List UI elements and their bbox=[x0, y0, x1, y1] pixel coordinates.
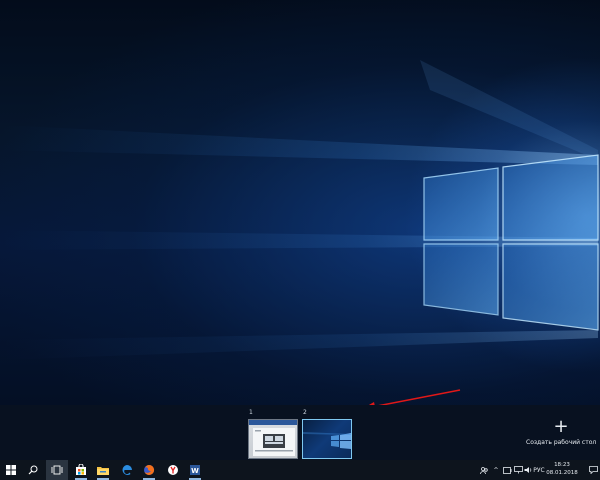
power-button[interactable] bbox=[502, 460, 512, 480]
store-icon bbox=[76, 464, 86, 475]
desktop-1-number: 1 bbox=[249, 409, 253, 416]
svg-text:W: W bbox=[191, 467, 199, 475]
file-explorer-icon bbox=[97, 466, 109, 475]
desktop-1-thumbnail[interactable] bbox=[248, 419, 298, 459]
window-preview-icon bbox=[249, 420, 297, 456]
annotation-arrow bbox=[378, 389, 461, 405]
clock-time: 18:23 bbox=[554, 462, 570, 468]
action-center-button[interactable] bbox=[586, 460, 600, 480]
firefox-button[interactable] bbox=[138, 460, 160, 480]
network-icon bbox=[513, 466, 523, 474]
plus-icon: + bbox=[553, 416, 569, 437]
yandex-browser-button[interactable] bbox=[162, 460, 184, 480]
chevron-up-icon: ^ bbox=[493, 466, 499, 474]
edge-icon bbox=[122, 465, 132, 475]
search-button[interactable] bbox=[22, 460, 44, 480]
firefox-icon bbox=[144, 464, 155, 475]
notification-icon bbox=[588, 466, 598, 474]
store-button[interactable] bbox=[70, 460, 92, 480]
windows-logo-wallpaper bbox=[0, 60, 599, 405]
desktop-2-number: 2 bbox=[303, 409, 307, 416]
windows-start-icon bbox=[6, 465, 16, 475]
network-button[interactable] bbox=[513, 460, 523, 480]
people-button[interactable] bbox=[478, 460, 490, 480]
word-button[interactable]: W bbox=[184, 460, 206, 480]
search-icon bbox=[28, 465, 38, 475]
language-label: РУС bbox=[533, 466, 545, 474]
file-explorer-button[interactable] bbox=[92, 460, 114, 480]
windows-wallpaper-preview-icon bbox=[303, 432, 351, 449]
desktop-wallpaper bbox=[0, 0, 600, 405]
task-view-panel: 1 2 + Создать рабочий стол bbox=[0, 405, 600, 460]
task-view-button[interactable] bbox=[46, 460, 68, 480]
show-hidden-icons-button[interactable]: ^ bbox=[492, 460, 500, 480]
edge-button[interactable] bbox=[116, 460, 138, 480]
start-button[interactable] bbox=[0, 460, 22, 480]
people-icon bbox=[479, 466, 488, 474]
desktop-screen: 1 2 + Создать рабочий стол W ^ РУС 18:23… bbox=[0, 0, 600, 480]
taskbar: W ^ РУС 18:23 08.01.2018 bbox=[0, 460, 600, 480]
new-desktop-label: Создать рабочий стол bbox=[526, 439, 597, 446]
yandex-browser-icon bbox=[168, 465, 178, 475]
clock-date: 08.01.2018 bbox=[546, 470, 578, 476]
desktop-2-thumbnail[interactable] bbox=[302, 419, 352, 459]
clock[interactable]: 18:23 08.01.2018 bbox=[545, 461, 579, 477]
word-icon: W bbox=[190, 465, 200, 475]
language-indicator[interactable]: РУС bbox=[532, 460, 546, 480]
new-desktop-button[interactable]: + Создать рабочий стол bbox=[526, 416, 597, 453]
task-view-icon bbox=[51, 465, 63, 475]
battery-icon bbox=[502, 466, 511, 474]
